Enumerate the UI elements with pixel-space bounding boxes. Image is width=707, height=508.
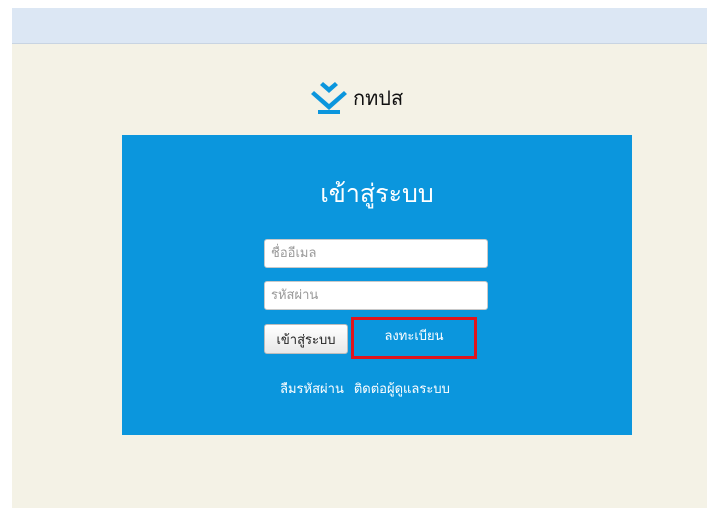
login-button[interactable]: เข้าสู่ระบบ: [264, 324, 348, 354]
login-page: กทปส เข้าสู่ระบบ เข้าสู่ระบบ ลงทะเบียน ล…: [12, 8, 707, 508]
auxiliary-links: ลืมรหัสผ่าน ติดต่อผู้ดูแลระบบ: [280, 378, 450, 399]
chevron-stack-logo-icon: [311, 82, 347, 114]
email-field[interactable]: [264, 239, 488, 268]
login-panel: เข้าสู่ระบบ เข้าสู่ระบบ ลงทะเบียน ลืมรหั…: [122, 135, 632, 435]
contact-admin-link[interactable]: ติดต่อผู้ดูแลระบบ: [354, 382, 450, 397]
brand-name: กทปส: [353, 86, 404, 110]
register-button[interactable]: ลงทะเบียน: [351, 317, 477, 359]
brand-header: กทปส: [311, 80, 403, 116]
forgot-password-link[interactable]: ลืมรหัสผ่าน: [280, 382, 344, 397]
register-button-label: ลงทะเบียน: [384, 328, 444, 344]
login-title: เข้าสู่ระบบ: [320, 179, 434, 208]
top-navigation-bar: [12, 8, 707, 44]
password-field[interactable]: [264, 281, 488, 310]
